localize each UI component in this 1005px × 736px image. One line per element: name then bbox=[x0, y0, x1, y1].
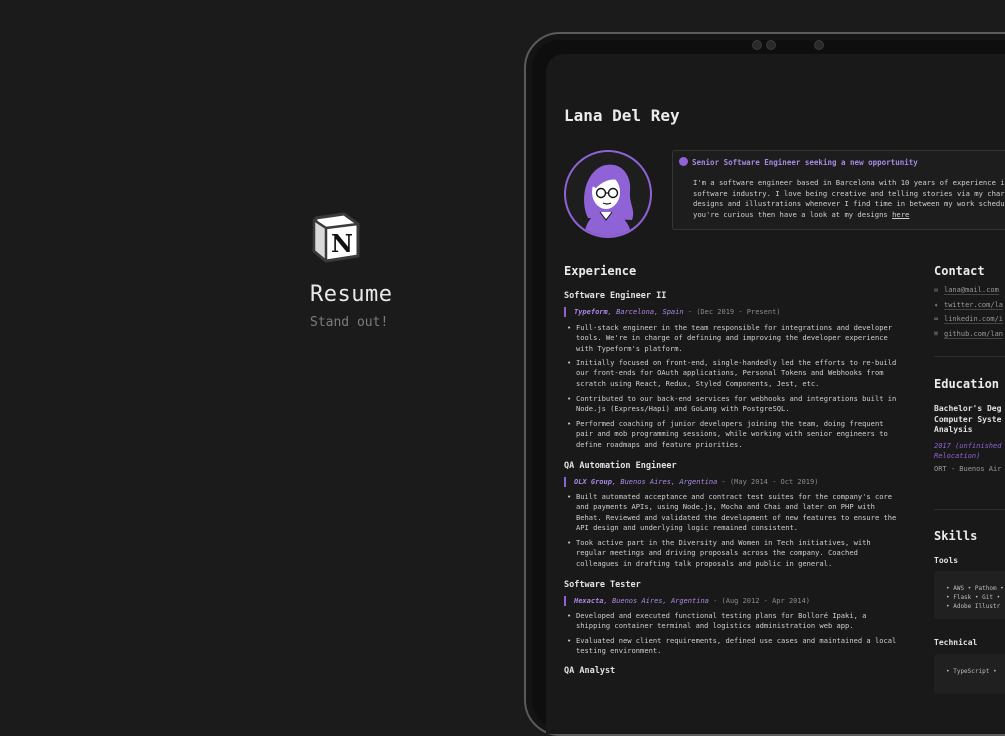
list-item: Took active part in the Diversity and Wo… bbox=[567, 538, 906, 569]
intro-callout: Senior Software Engineer seeking a new o… bbox=[672, 150, 1005, 230]
link-icon: ∞ bbox=[934, 315, 939, 323]
skills-heading: Skills bbox=[934, 529, 978, 543]
job-title: Software Engineer II bbox=[564, 291, 667, 301]
education-year: 2017 (unfinished Relocation) bbox=[934, 442, 1002, 460]
camera-icon bbox=[752, 40, 762, 50]
divider bbox=[934, 356, 1005, 357]
contact-linkedin[interactable]: ∞ linkedin.com/i bbox=[934, 313, 1004, 325]
sensor-icon bbox=[766, 40, 776, 50]
illustrated-portrait-icon bbox=[584, 164, 634, 236]
education-school: ORT - Buenos Air bbox=[934, 465, 1002, 473]
job-title: QA Automation Engineer bbox=[564, 461, 677, 471]
skill-line: • AWS • Pathom • bbox=[946, 585, 1004, 592]
designs-link[interactable]: here bbox=[892, 210, 909, 219]
education-heading: Education bbox=[934, 377, 1000, 391]
person-icon bbox=[679, 157, 688, 166]
list-item: Full-stack engineer in the team responsi… bbox=[567, 323, 906, 354]
avatar bbox=[564, 150, 652, 238]
job-title: Software Tester bbox=[564, 580, 641, 590]
tablet-frame: Lana Del Rey Senior Software Engineer se… bbox=[524, 32, 1005, 736]
technical-heading: Technical bbox=[934, 638, 978, 647]
skill-line: • Flask • Git • bbox=[946, 594, 1001, 601]
technical-skill-box: • TypeScript • bbox=[934, 654, 1005, 694]
contact-heading: Contact bbox=[934, 264, 985, 278]
callout-body: I'm a software engineer based in Barcelo… bbox=[693, 178, 1005, 219]
app-subtitle: Stand out! bbox=[310, 315, 389, 330]
camera-lens-icon bbox=[814, 40, 824, 50]
tools-skill-box: • AWS • Pathom • • Flask • Git • • Adobe… bbox=[934, 571, 1005, 619]
divider bbox=[934, 509, 1005, 510]
list-item: Evaluated new client requirements, defin… bbox=[567, 636, 906, 657]
mail-icon: ✉ bbox=[934, 286, 939, 294]
resume-page[interactable]: Lana Del Rey Senior Software Engineer se… bbox=[546, 54, 1005, 734]
skill-line: • TypeScript • bbox=[946, 668, 997, 675]
camera-bar bbox=[752, 40, 832, 50]
contact-twitter[interactable]: ✦ twitter.com/la bbox=[934, 299, 1004, 311]
list-item: Contributed to our back-end services for… bbox=[567, 394, 906, 415]
twitter-icon: ✦ bbox=[934, 301, 939, 309]
svg-text:N: N bbox=[331, 229, 353, 258]
skill-line: • Adobe Illustr bbox=[946, 603, 1001, 610]
contact-github[interactable]: ⌘ github.com/lan bbox=[934, 328, 1004, 340]
app-title: Resume bbox=[310, 282, 393, 307]
experience-heading: Experience bbox=[564, 264, 637, 278]
job-title: QA Analyst bbox=[564, 666, 616, 676]
list-item: Developed and executed functional testin… bbox=[567, 611, 906, 632]
page-title: Lana Del Rey bbox=[564, 106, 680, 125]
contact-email[interactable]: ✉ lana@mail.com bbox=[934, 284, 999, 296]
list-item: Built automated acceptance and contract … bbox=[567, 492, 906, 534]
job-meta: Hexacta, Buenos Aires, Argentina - (Aug … bbox=[564, 596, 810, 606]
github-icon: ⌘ bbox=[934, 330, 939, 338]
education-degree: Bachelor's Deg Computer Syste Analysis bbox=[934, 404, 1002, 434]
job-meta: OLX Group, Buenos Aires, Argentina - (Ma… bbox=[564, 477, 818, 487]
tools-heading: Tools bbox=[934, 556, 959, 565]
notion-logo-icon: N bbox=[312, 212, 360, 263]
list-item: Initially focused on front-end, single-h… bbox=[567, 358, 906, 389]
list-item: Performed coaching of junior developers … bbox=[567, 419, 906, 450]
brand-panel: N Resume Stand out! bbox=[310, 210, 510, 330]
job-meta: Typeform, Barcelona, Spain - (Dec 2019 -… bbox=[564, 307, 781, 317]
callout-headline: Senior Software Engineer seeking a new o… bbox=[679, 157, 918, 167]
